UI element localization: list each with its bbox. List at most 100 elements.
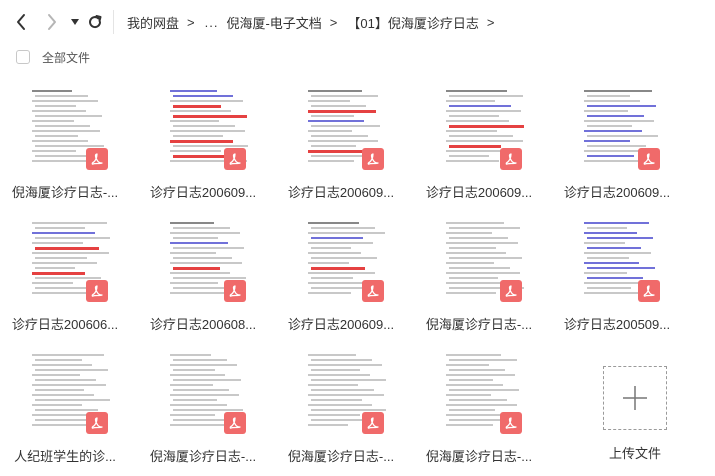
file-name: 诊疗日志200608... [149,317,257,332]
file-item[interactable]: 诊疗日志200609... [414,86,544,206]
thumbnail-text-line [584,292,641,294]
thumbnail-text-line [311,125,380,127]
breadcrumb-separator: > [329,14,338,30]
file-item[interactable]: 诊疗日志200609... [552,86,682,206]
file-item[interactable]: 倪海厦诊疗日志-... [138,350,268,470]
file-name: 倪海厦诊疗日志-... [425,317,533,332]
thumbnail-text-line [446,354,501,356]
thumbnail-text-line [311,359,372,361]
file-item[interactable]: 诊疗日志200609... [138,86,268,206]
file-item[interactable]: 诊疗日志200606... [0,218,130,338]
thumbnail-text-line [446,262,494,264]
forward-button[interactable] [41,10,63,34]
thumbnail-text-line [584,140,630,142]
thumbnail-text-line [584,120,654,122]
thumbnail-text-line [587,115,644,117]
thumbnail-text-line [308,404,372,406]
file-item[interactable]: 诊疗日志200609... [276,86,406,206]
thumbnail-text-line [446,120,509,122]
thumbnail-text-line [170,272,230,274]
select-all-checkbox[interactable] [16,50,30,64]
file-item[interactable]: 倪海厦诊疗日志-... [276,350,406,470]
file-item[interactable]: 倪海厦诊疗日志-... [414,218,544,338]
thumbnail-text-line [584,242,625,244]
thumbnail-text-line [35,125,90,127]
thumbnail-text-line [35,369,108,371]
thumbnail-text-line [35,409,98,411]
breadcrumb-current[interactable]: 【01】倪海厦诊疗日志 [347,13,478,32]
thumbnail-text-line [449,389,519,391]
thumbnail-text-line [311,399,362,401]
thumbnail-text-line [449,237,508,239]
thumbnail-text-line [173,227,230,229]
thumbnail-text-line [173,267,220,270]
thumbnail-text-line [170,150,221,152]
thumbnail-text-line [311,267,365,270]
thumbnail-text-line [446,232,492,234]
thumbnail-text-line [449,155,489,157]
file-item[interactable]: 诊疗日志200609... [276,218,406,338]
thumbnail-text-line [587,105,656,107]
thumbnail-text-line [587,277,643,279]
thumbnail-text-line [173,419,231,421]
thumbnail-text-line [173,359,227,361]
thumbnail-text-line [170,364,237,366]
thumbnail-text-line [311,95,378,97]
thumbnail-text-line [308,252,361,254]
breadcrumb-separator[interactable]: > [487,15,495,30]
thumbnail-text-line [446,282,508,284]
pdf-icon [362,148,384,170]
file-item[interactable]: 倪海厦诊疗日志-... [0,86,130,206]
file-item[interactable]: 诊疗日志200608... [138,218,268,338]
thumbnail-text-line [584,100,640,102]
thumbnail-text-line [32,232,95,234]
pdf-icon [224,412,246,434]
thumbnail-text-line [587,125,632,127]
thumbnail-text-line [173,277,246,279]
thumbnail-text-line [587,237,653,239]
pdf-icon [86,280,108,302]
thumbnail-text-line [32,222,107,224]
thumbnail-text-line [35,389,84,391]
thumbnail-text-line [449,379,493,381]
thumbnail-text-line [308,384,358,386]
file-name: 诊疗日志200606... [11,317,119,332]
back-button[interactable] [10,10,32,34]
file-item[interactable]: 诊疗日志200509... [552,218,682,338]
thumbnail-text-line [173,145,248,147]
thumbnail-text-line [35,115,102,117]
thumbnail-text-line [311,135,368,137]
thumbnail-text-line [170,414,215,416]
file-name: 诊疗日志200509... [563,317,671,332]
file-item[interactable]: 人纪班学生的诊... [0,350,130,470]
thumbnail-text-line [446,242,518,244]
thumbnail-text-line [170,282,218,284]
chevron-left-icon [17,14,25,30]
thumbnail-text-line [446,414,505,416]
breadcrumb-parent[interactable]: 倪海厦-电子文档 [226,13,321,32]
breadcrumb-separator: > [187,14,195,30]
thumbnail-text-line [308,160,354,162]
breadcrumb-root[interactable]: 我的网盘 [127,13,179,32]
thumbnail-text-line [32,404,82,406]
thumbnail-text-line [32,272,85,275]
thumbnail-text-line [173,389,229,391]
thumbnail-text-line [311,227,375,229]
breadcrumb-ellipsis[interactable]: ... [205,15,219,30]
refresh-button[interactable] [84,10,106,34]
thumbnail-text-line [173,105,221,108]
pdf-icon [362,412,384,434]
upload-label[interactable]: 上传文件 [575,443,695,462]
thumbnail-text-line [35,379,96,381]
upload-button[interactable] [603,366,667,430]
thumbnail-text-line [446,374,515,376]
thumbnail-text-line [587,135,658,137]
thumbnail-text-line [173,257,232,259]
plus-icon [623,386,647,410]
file-item[interactable]: 倪海厦诊疗日志-... [414,350,544,470]
thumbnail-text-line [32,364,92,366]
thumbnail-text-line [449,247,496,249]
file-name: 倪海厦诊疗日志-... [287,449,395,464]
history-dropdown-button[interactable] [64,10,86,34]
pdf-icon [362,280,384,302]
